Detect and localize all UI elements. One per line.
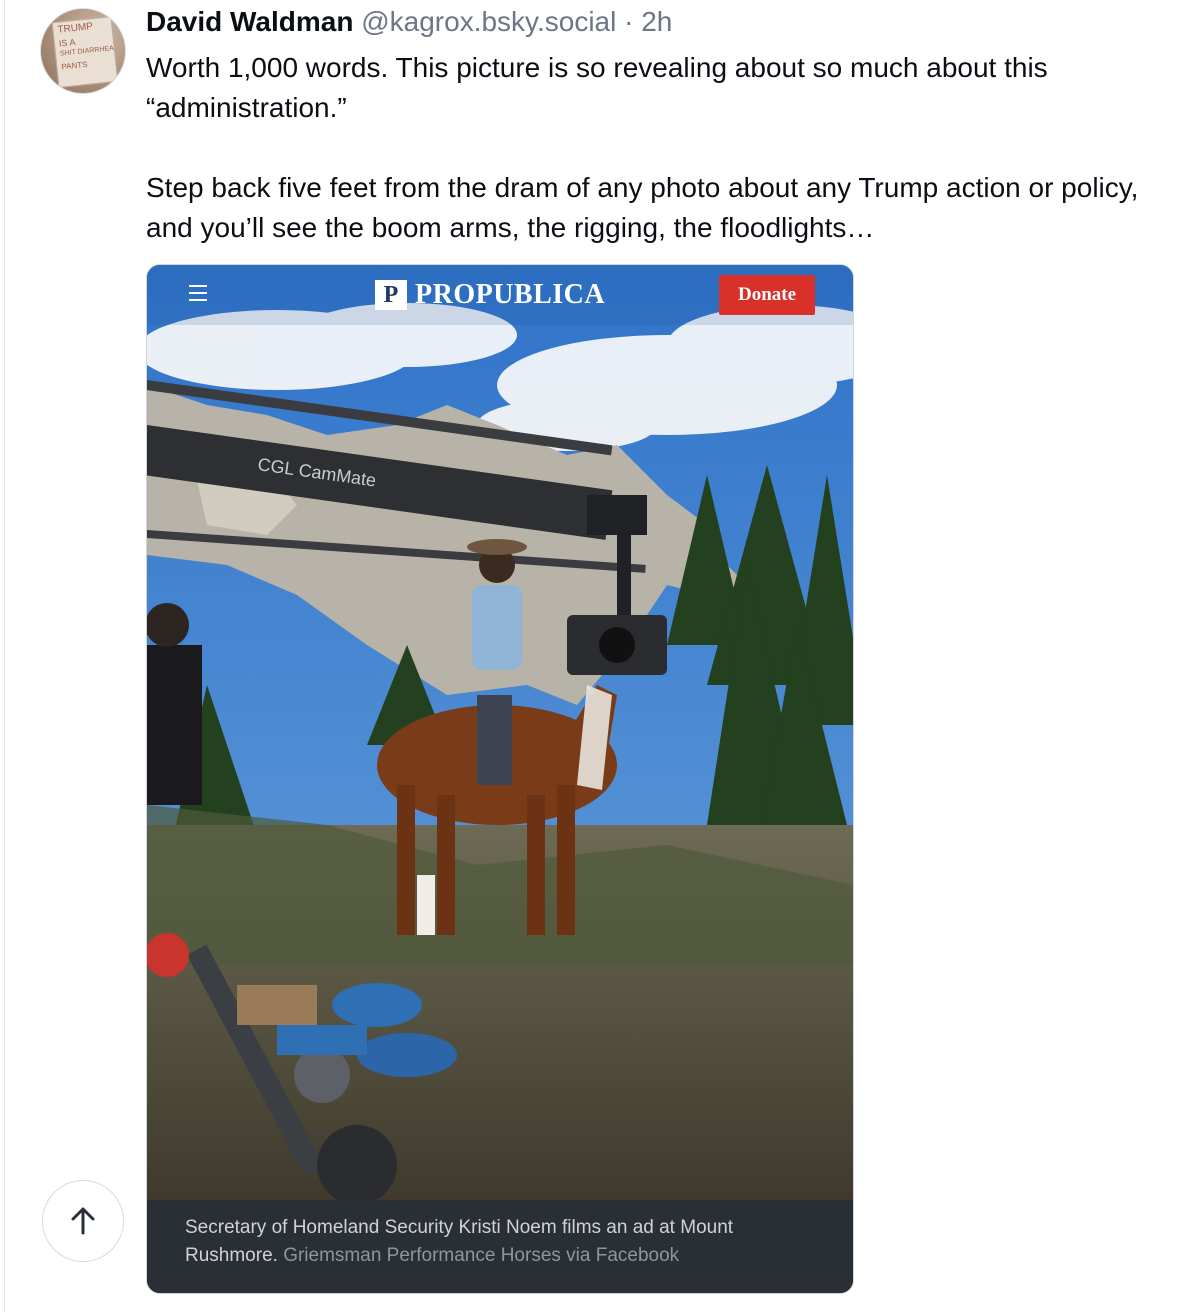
arrow-up-icon [71,1207,95,1235]
post-body: Worth 1,000 words. This picture is so re… [146,48,1186,248]
embedded-photo[interactable]: CGL CamMate [147,265,853,1200]
avatar-protest-sign: TRUMP IS A SHIT DIARRHEA PANTS [51,16,119,88]
propublica-logo: P PROPUBLICA [375,279,605,311]
post-timestamp[interactable]: 2h [641,6,672,37]
feed-left-border [4,0,5,1312]
scroll-to-top-button[interactable] [42,1180,124,1262]
propublica-wordmark: PROPUBLICA [415,279,606,310]
embedded-image-card[interactable]: CGL CamMate P PROPUBLICA Donate Secretar… [146,264,854,1294]
author-handle[interactable]: @kagrox.bsky.social [361,6,616,37]
hamburger-menu-icon[interactable] [189,285,207,301]
avatar-sign-line: IS A [58,36,76,49]
post-paragraph-2: Step back five feet from the dram of any… [146,172,1139,243]
avatar-sign-line: TRUMP [57,21,94,36]
separator-dot: · [624,6,634,37]
avatar[interactable]: TRUMP IS A SHIT DIARRHEA PANTS [40,8,126,94]
post-header: David Waldman @kagrox.bsky.social · 2h [146,6,672,38]
image-caption: Secretary of Homeland Security Kristi No… [147,1200,853,1293]
post-paragraph-1: Worth 1,000 words. This picture is so re… [146,52,1048,123]
author-name[interactable]: David Waldman [146,6,353,37]
propublica-nav-bar: P PROPUBLICA Donate [147,265,853,325]
donate-button: Donate [719,275,815,315]
caption-credit: Griemsman Performance Horses via Faceboo… [283,1245,680,1266]
avatar-sign-line: PANTS [60,59,88,72]
propublica-logo-mark: P [375,280,407,310]
